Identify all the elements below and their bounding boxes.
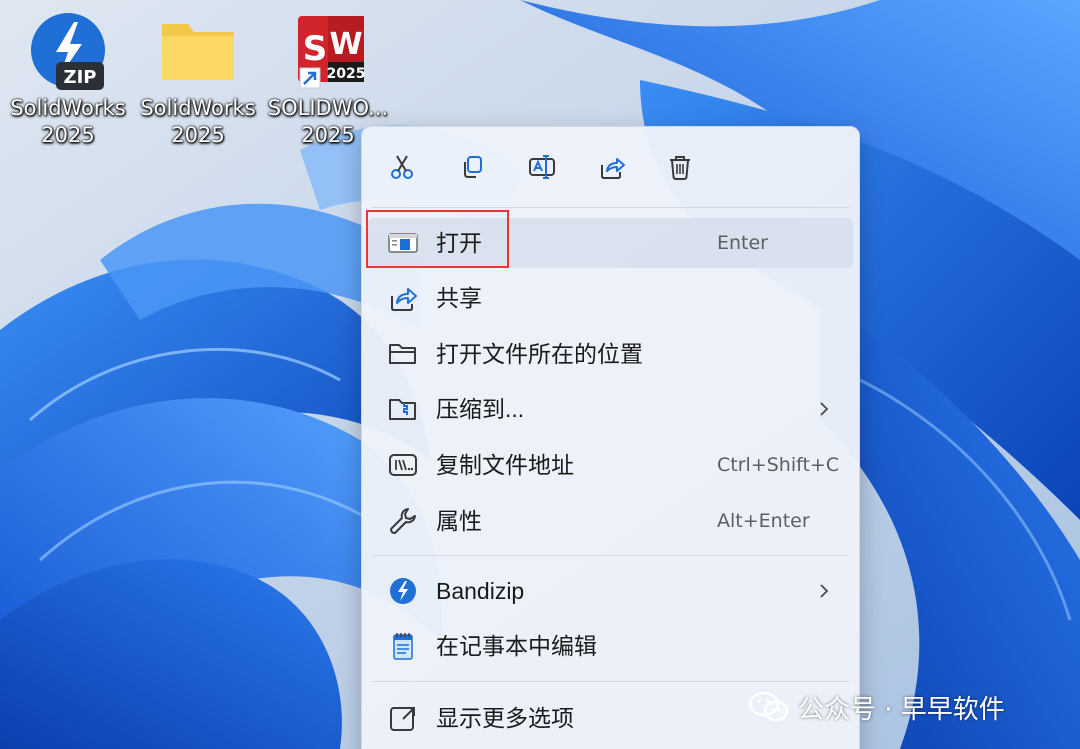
menu-item-label: 属性 — [436, 508, 482, 534]
menu-item-share[interactable]: 共享 — [368, 273, 853, 323]
svg-text:S: S — [303, 29, 328, 69]
menu-item-label: 复制文件地址 — [436, 452, 574, 478]
wechat-icon — [748, 691, 789, 722]
cut-button[interactable] — [380, 145, 424, 189]
rename-icon — [529, 155, 555, 179]
desktop-icon-solidworks-zip[interactable]: ZIP SolidWorks 2025 — [6, 10, 130, 160]
share-icon — [601, 158, 625, 179]
more-options-icon — [390, 707, 415, 731]
chevron-right-icon — [820, 584, 829, 598]
copy-button[interactable] — [450, 145, 494, 189]
watermark: 公众号 · 早早软件 — [748, 686, 1005, 728]
scissors-icon — [391, 155, 413, 179]
chevron-right-icon — [820, 402, 829, 416]
notepad-icon — [393, 633, 413, 660]
version-badge-label: 2025 — [327, 66, 366, 82]
menu-item-label: 在记事本中编辑 — [436, 633, 597, 659]
menu-item-compress-to[interactable]: 压缩到... — [368, 384, 853, 434]
menu-separator — [372, 681, 849, 682]
menu-item-label: Bandizip — [436, 578, 525, 604]
menu-item-shortcut: Ctrl+Shift+C — [717, 454, 840, 476]
menu-separator — [372, 207, 849, 208]
folder-outline-icon — [389, 344, 416, 364]
menu-item-bandizip[interactable]: Bandizip — [368, 566, 853, 616]
share-icon — [391, 288, 417, 311]
desktop-icon-caption: SolidWorks 2025 — [10, 96, 126, 147]
desktop: ZIP SolidWorks 2025 SolidWorks 2025 S W … — [0, 0, 1080, 749]
folder-icon — [158, 10, 238, 92]
watermark-text: 公众号 · 早早软件 — [798, 694, 1005, 725]
bandizip-zip-archive-icon: ZIP — [28, 10, 108, 92]
delete-button[interactable] — [658, 145, 702, 189]
menu-item-shortcut: Alt+Enter — [717, 510, 810, 532]
rename-button[interactable] — [520, 145, 564, 189]
desktop-icon-caption: SolidWorks 2025 — [140, 96, 256, 147]
copy-path-icon — [389, 454, 417, 476]
menu-item-label: 压缩到... — [436, 396, 525, 422]
wrench-icon — [390, 508, 416, 534]
menu-item-edit-in-notepad[interactable]: 在记事本中编辑 — [368, 621, 853, 671]
menu-item-label: 显示更多选项 — [436, 705, 574, 731]
solidworks-shortcut-icon: S W 2025 — [288, 10, 368, 92]
share-button[interactable] — [590, 145, 634, 189]
menu-separator — [372, 555, 849, 556]
menu-item-open-file-location[interactable]: 打开文件所在的位置 — [368, 329, 853, 379]
desktop-icon-solidworks-folder[interactable]: SolidWorks 2025 — [136, 10, 260, 160]
menu-item-properties[interactable]: 属性 Alt+Enter — [368, 496, 853, 546]
zip-badge-label: ZIP — [64, 67, 97, 88]
zip-folder-icon — [389, 399, 416, 420]
annotation-highlight-box — [366, 210, 509, 268]
svg-text:W: W — [329, 27, 362, 62]
trash-icon — [670, 156, 690, 180]
quick-actions-bar — [362, 145, 859, 189]
menu-item-label: 共享 — [436, 285, 482, 311]
bandizip-icon — [390, 578, 416, 604]
menu-item-copy-path[interactable]: 复制文件地址 Ctrl+Shift+C — [368, 440, 853, 490]
copy-icon — [464, 156, 482, 178]
menu-item-label: 打开文件所在的位置 — [436, 341, 643, 367]
menu-item-shortcut: Enter — [717, 232, 768, 254]
